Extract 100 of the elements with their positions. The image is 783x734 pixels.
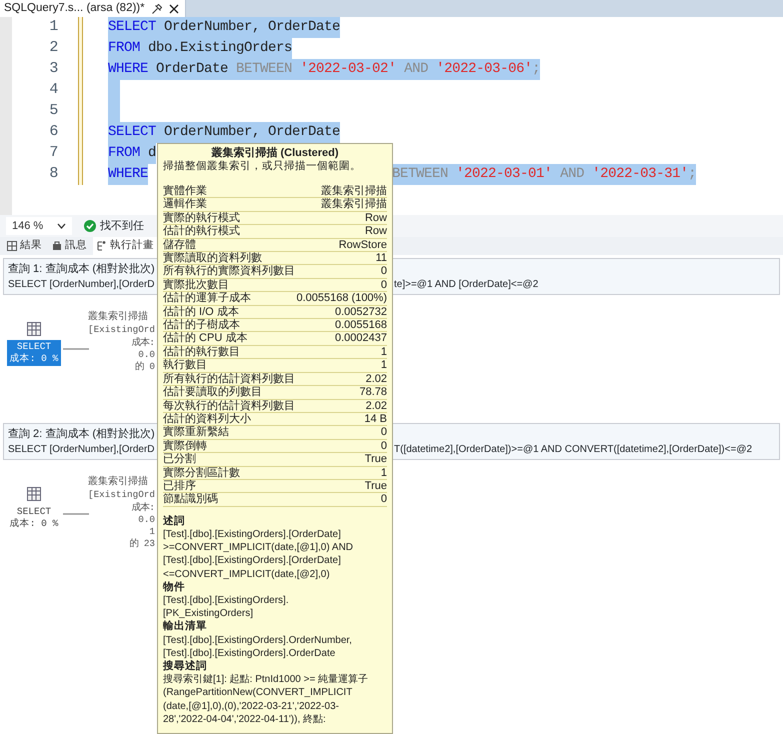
property-label: 估計的 I/O 成本 (163, 306, 239, 318)
query-cost-title: 查詢 1: 查詢成本 (相對於批次) (8, 263, 155, 275)
property-label: 實際重新繫結 (163, 426, 229, 439)
section-text: [Test].[dbo].[ExistingOrders].OrderDate (163, 646, 336, 660)
operator-label: 1 (148, 526, 155, 538)
property-label: 所有執行的估計資料列數目 (163, 372, 295, 386)
table-icon (27, 322, 41, 336)
code-token: ; (688, 164, 696, 185)
section-text: (RangePartitionNew(CONVERT_IMPLICIT (163, 686, 354, 700)
section-text: 28','2022-04-04','2022-04-11')), 終點: (163, 712, 327, 726)
section-text: <=CONVERT_IMPLICIT(date,[@2],0) (163, 568, 331, 581)
query-sql-text: SELECT [OrderNumber],[OrderD (8, 279, 155, 290)
code-token: BETWEEN (392, 164, 448, 185)
code-token: OrderDate (148, 59, 228, 80)
code-token: OrderNumber, OrderDate (156, 122, 340, 143)
operator-label: 成本: (130, 336, 155, 349)
operator-label: 叢集索引掃描 (88, 477, 149, 490)
query-cost-title: 查詢 2: 查詢成本 (相對於批次) (8, 428, 155, 440)
code-token: FROM (108, 38, 140, 59)
table-icon (27, 487, 41, 501)
property-value: 1 (380, 346, 387, 358)
section-text: [Test].[dbo].[ExistingOrders].[OrderDate] (163, 528, 342, 542)
property-value: 0 (380, 440, 387, 452)
operator-label: 的 23 (128, 538, 155, 551)
code-token: '2022-03-02' (292, 59, 396, 80)
code-token: '2022-03-31' (584, 164, 688, 185)
line-number: 4 (48, 80, 58, 100)
property-value: 2.02 (366, 372, 387, 386)
operator-label: 的 0 (134, 361, 155, 374)
connector-line (63, 348, 89, 350)
grid-icon (7, 241, 17, 251)
property-label: 實體作業 (163, 185, 207, 198)
property-value: 叢集索引掃描 (321, 185, 387, 198)
property-label: 估計的子樹成本 (163, 319, 240, 332)
property-value: RowStore (338, 238, 387, 252)
tooltip-description: 掃描整個叢集索引，或只掃描一個範圍。 (163, 160, 362, 173)
operator-label: 0.0 (137, 514, 155, 526)
property-label: 邏輯作業 (163, 198, 207, 211)
result-tab[interactable]: 訊息 (48, 237, 91, 255)
code-token: BETWEEN (228, 59, 292, 80)
zoom-dropdown[interactable]: 146 % (6, 216, 72, 236)
status-message: 找不到任 (100, 218, 144, 234)
property-label: 估計要讀取的列數目 (163, 386, 262, 398)
property-value: True (364, 480, 387, 492)
operator-label: [ExistingOrd (88, 324, 155, 337)
close-icon[interactable] (168, 4, 179, 14)
property-value: 0 (380, 493, 387, 506)
property-label: 實際的執行模式 (163, 212, 240, 224)
code-token: d (140, 143, 156, 164)
code-token: SELECT (108, 122, 156, 143)
property-label: 估計的運算子成本 (163, 292, 251, 305)
operator-label: 叢集索引掃描 (88, 312, 149, 324)
property-label: 估計的 CPU 成本 (163, 332, 248, 345)
property-label: 實際讀取的資料列數 (163, 252, 262, 264)
property-value: 0 (380, 265, 387, 278)
property-value: 2.02 (366, 400, 387, 412)
property-label: 實際批次數目 (163, 278, 229, 292)
property-value: 1 (380, 359, 387, 372)
section-heading: 搜尋述詞 (163, 660, 208, 674)
result-tab[interactable]: 結果 (3, 237, 46, 255)
property-label: 執行數目 (163, 359, 207, 372)
select-node[interactable]: SELECT 成本: 0 % (7, 340, 61, 366)
section-text: 搜尋索引鍵[1]: 起點: PtnId1000 >= 純量運算子 (163, 673, 370, 686)
property-value: 叢集索引掃描 (321, 198, 387, 211)
property-value: 11 (376, 252, 387, 264)
document-tab[interactable]: SQLQuery7.s... (arsa (82))* (0, 0, 186, 17)
chevron-down-icon[interactable] (57, 223, 66, 229)
section-text: [Test].[dbo].[ExistingOrders].[OrderDate] (163, 554, 342, 568)
property-label: 儲存體 (163, 238, 196, 252)
property-label: 實際分割區計數 (163, 466, 240, 479)
property-label: 已分割 (163, 453, 196, 466)
pin-icon[interactable] (152, 4, 162, 14)
property-label: 所有執行的實際資料列數目 (163, 265, 295, 278)
property-value: 1 (380, 466, 387, 479)
property-label: 已排序 (163, 480, 196, 492)
property-value: True (364, 453, 387, 466)
property-label: 估計的執行數目 (163, 346, 240, 358)
property-value: 0.0002437 (335, 332, 387, 345)
section-text: >=CONVERT_IMPLICIT(date,[@1],0) AND (163, 541, 354, 554)
code-token: '2022-03-06' (428, 59, 532, 80)
property-label: 實際倒轉 (163, 440, 207, 452)
section-heading: 輸出清單 (163, 620, 208, 634)
property-label: 每次執行的估計資料列數目 (163, 400, 295, 412)
check-circle-icon (84, 220, 96, 232)
property-label: 估計的執行模式 (163, 225, 240, 238)
property-value: 0 (380, 426, 387, 439)
property-value: 78.78 (359, 386, 387, 398)
result-tab[interactable]: 執行計畫 (93, 237, 158, 255)
section-text: (date,[@1],0),(0),'2022-03-21','2022-03- (163, 700, 340, 713)
property-value: Row (364, 225, 387, 238)
code-token: dbo.ExistingOrders (140, 38, 292, 59)
operator-label: 成本: (130, 502, 155, 514)
property-value: 0.0052732 (335, 306, 387, 318)
line-number: 6 (48, 122, 58, 142)
code-token: ; (532, 59, 540, 80)
section-text: [Test].[dbo].[ExistingOrders]. (163, 594, 290, 608)
code-token: SELECT (108, 17, 156, 38)
code-token: AND (396, 59, 428, 80)
property-value: 0 (380, 278, 387, 292)
select-node[interactable]: SELECT 成本: 0 % (7, 505, 61, 531)
